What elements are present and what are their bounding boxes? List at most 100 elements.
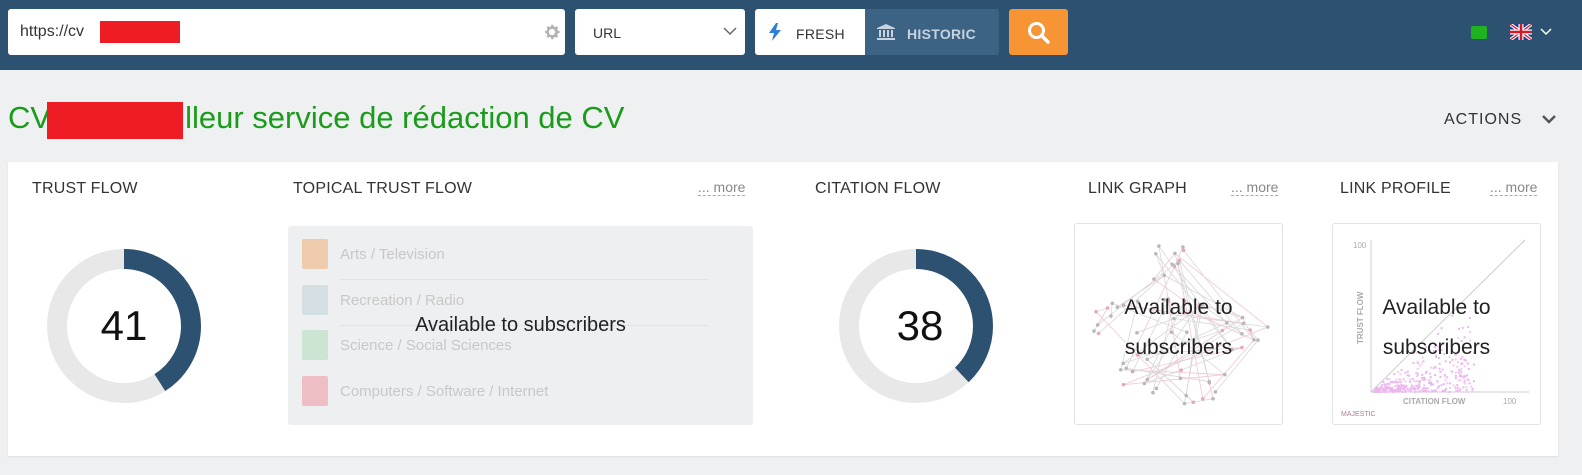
profile-point [1418, 384, 1421, 387]
historic-index-button[interactable]: HISTORIC [865, 9, 999, 55]
graph-node [1182, 401, 1187, 406]
graph-edge [1184, 398, 1214, 405]
profile-point [1468, 382, 1471, 385]
chevron-down-icon[interactable] [1541, 114, 1557, 125]
graph-node [1207, 380, 1212, 385]
topic-name: Recreation / Radio [340, 292, 465, 309]
profile-point [1452, 384, 1455, 387]
profile-point [1416, 367, 1419, 370]
topic-swatch [302, 285, 328, 315]
profile-point [1448, 382, 1451, 385]
url-input[interactable]: https://cv [8, 9, 565, 55]
profile-point [1456, 386, 1459, 389]
graph-node [1170, 262, 1174, 267]
graph-node [1118, 367, 1123, 372]
profile-point [1446, 376, 1449, 379]
graph-node [1211, 396, 1215, 401]
profile-point [1438, 367, 1441, 370]
fresh-index-button[interactable]: FRESH [755, 9, 865, 55]
profile-point [1414, 380, 1417, 383]
profile-point [1429, 372, 1432, 375]
profile-point [1465, 386, 1468, 389]
mode-select[interactable]: URL [575, 9, 745, 55]
profile-point [1381, 385, 1384, 388]
metrics-panel: TRUST FLOW 41 TOPICAL TRUST FLOW ... mor… [8, 162, 1558, 456]
profile-point [1460, 368, 1463, 371]
graph-node [1176, 261, 1180, 266]
profile-point [1436, 380, 1439, 383]
profile-point [1373, 390, 1376, 393]
x-max-label: 100 [1503, 397, 1517, 406]
graph-node [1179, 368, 1184, 372]
trust-flow-value: 41 [100, 302, 148, 349]
profile-point [1459, 379, 1462, 382]
profile-point [1417, 390, 1420, 393]
y-max-label: 100 [1353, 241, 1367, 250]
profile-point [1429, 383, 1432, 386]
graph-node [1181, 248, 1186, 253]
graph-node [1151, 390, 1155, 395]
graph-node [1178, 376, 1183, 381]
search-button[interactable] [1009, 9, 1068, 55]
graph-node [1130, 369, 1135, 374]
actions-menu[interactable]: ACTIONS [1444, 111, 1522, 129]
profile-point [1402, 384, 1405, 387]
profile-point [1376, 389, 1379, 392]
uk-flag-icon[interactable] [1510, 24, 1532, 40]
gear-icon[interactable] [543, 23, 561, 41]
profile-point [1398, 381, 1401, 384]
majestic-logo: MAJESTIC [1341, 411, 1376, 418]
topical-trust-flow-box: Arts / Television Recreation / Radio Sci… [288, 226, 753, 425]
graph-node [1142, 381, 1147, 386]
graph-node [1153, 251, 1158, 256]
profile-point [1413, 386, 1416, 389]
graph-node [1223, 372, 1227, 377]
profile-point [1406, 370, 1409, 373]
profile-point [1388, 378, 1391, 381]
topic-swatch [302, 376, 328, 406]
profile-point [1423, 376, 1426, 379]
subscribers-overlay: Available to subscribers [415, 314, 626, 336]
search-icon [1028, 22, 1050, 44]
profile-point [1399, 389, 1402, 392]
language-chevron-icon[interactable] [1540, 28, 1552, 36]
graph-node [1213, 390, 1218, 394]
profile-point [1411, 378, 1414, 381]
profile-point [1400, 369, 1403, 372]
graph-node [1157, 244, 1161, 248]
graph-edge [1120, 369, 1225, 375]
overlay-line: Available to [1124, 296, 1233, 319]
link-profile-more-link[interactable]: ... more [1490, 180, 1538, 196]
profile-point [1395, 381, 1398, 384]
profile-point [1467, 379, 1470, 382]
profile-point [1398, 386, 1401, 389]
profile-point [1426, 387, 1429, 390]
link-graph-title: LINK GRAPH [1088, 180, 1187, 197]
profile-point [1432, 383, 1435, 386]
profile-point [1454, 374, 1457, 377]
link-graph-thumbnail: Available to subscribers [1074, 223, 1283, 425]
profile-point [1415, 372, 1418, 375]
overlay-line: Available to [1382, 296, 1491, 319]
subscribers-overlay: Available to subscribers [1333, 288, 1540, 368]
profile-point [1410, 386, 1413, 389]
profile-point [1407, 390, 1410, 393]
profile-point [1436, 386, 1439, 389]
subscribers-overlay: Available to subscribers [1075, 288, 1282, 368]
profile-point [1397, 385, 1400, 388]
profile-point [1471, 390, 1474, 393]
profile-point [1439, 375, 1442, 378]
profile-point [1424, 389, 1427, 392]
profile-point [1409, 378, 1412, 381]
graph-node [1145, 377, 1150, 382]
status-indicator [1471, 26, 1487, 39]
profile-point [1430, 389, 1433, 392]
topical-trust-flow-more-link[interactable]: ... more [698, 180, 746, 196]
profile-point [1454, 386, 1457, 389]
profile-point [1446, 382, 1449, 385]
profile-point [1450, 370, 1453, 373]
url-input-value[interactable]: https://cv [20, 23, 84, 41]
link-graph-more-link[interactable]: ... more [1231, 180, 1279, 196]
profile-point [1448, 390, 1451, 393]
graph-node [1191, 400, 1196, 405]
